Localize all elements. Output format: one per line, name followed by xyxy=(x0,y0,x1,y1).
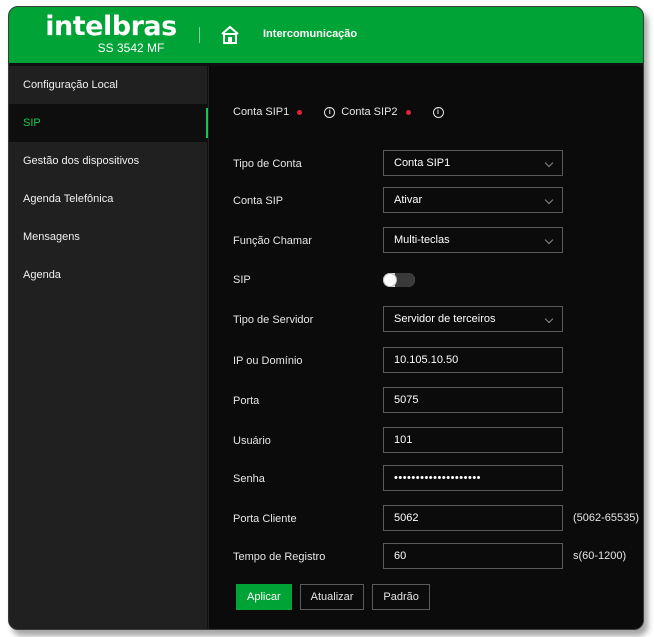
tipo-servidor-select[interactable]: Servidor de terceiros xyxy=(383,306,563,332)
refresh-button[interactable]: Atualizar xyxy=(299,584,365,610)
row-tipo-conta: Tipo de Conta Conta SIP1 xyxy=(233,150,643,178)
field-label: Tipo de Servidor xyxy=(233,314,314,326)
usuario-input[interactable]: 101 xyxy=(383,427,563,453)
sip-account-tabs: Conta SIP1 i Conta SIP2 i xyxy=(233,106,450,118)
sidebar-item-sip[interactable]: SIP xyxy=(9,104,208,142)
tab-label: Conta SIP2 xyxy=(341,106,398,118)
sidebar-item-gestao-dispositivos[interactable]: Gestão dos dispositivos xyxy=(9,142,207,180)
chevron-down-icon xyxy=(544,235,554,245)
range-hint: s(60-1200) xyxy=(573,550,627,562)
field-label: Porta xyxy=(233,395,260,407)
default-button[interactable]: Padrão xyxy=(372,584,430,610)
row-senha: Senha •••••••••••••••••••• xyxy=(233,465,643,493)
main-content: Conta SIP1 i Conta SIP2 i Tipo de Conta … xyxy=(209,66,643,629)
device-model: SS 3542 MF xyxy=(97,41,165,55)
apply-button[interactable]: Aplicar xyxy=(236,584,292,610)
row-porta: Porta 5075 xyxy=(233,387,643,415)
sidebar: Configuração Local SIP Gestão dos dispos… xyxy=(9,66,208,629)
chevron-down-icon xyxy=(544,158,554,168)
row-porta-cliente: Porta Cliente 5062 (5062-65535) xyxy=(233,505,643,533)
top-bar: intelbras SS 3542 MF Intercomunicação xyxy=(9,7,643,66)
tab-conta-sip2[interactable]: Conta SIP2 xyxy=(341,106,411,118)
field-label: Senha xyxy=(233,473,265,485)
brand-name: intelbras xyxy=(45,11,177,42)
field-label: Função Chamar xyxy=(233,235,312,247)
status-dot xyxy=(297,109,303,115)
field-label: Tempo de Registro xyxy=(233,551,326,563)
porta-input[interactable]: 5075 xyxy=(383,387,563,413)
status-dot xyxy=(405,109,411,115)
info-icon[interactable]: i xyxy=(324,106,336,118)
field-label: SIP xyxy=(233,274,251,286)
select-value: Ativar xyxy=(394,194,423,206)
chevron-down-icon xyxy=(544,195,554,205)
conta-sip-select[interactable]: Ativar xyxy=(383,187,563,213)
logo: intelbras SS 3542 MF xyxy=(31,11,191,56)
tab-label: Conta SIP1 xyxy=(233,106,290,118)
row-usuario: Usuário 101 xyxy=(233,427,643,455)
action-buttons: Aplicar Atualizar Padrão xyxy=(236,584,430,610)
porta-cliente-input[interactable]: 5062 xyxy=(383,505,563,531)
toggle-track xyxy=(395,273,415,287)
home-icon[interactable] xyxy=(219,24,241,46)
tab-conta-sip1[interactable]: Conta SIP1 xyxy=(233,106,303,118)
toggle-knob xyxy=(384,274,396,286)
sidebar-item-configuracao-local[interactable]: Configuração Local xyxy=(9,66,207,104)
tempo-registro-input[interactable]: 60 xyxy=(383,543,563,569)
field-label: IP ou Domínio xyxy=(233,355,303,367)
row-ip-dominio: IP ou Domínio 10.105.10.50 xyxy=(233,347,643,375)
field-label: Usuário xyxy=(233,435,271,447)
row-funcao-chamar: Função Chamar Multi-teclas xyxy=(233,227,643,255)
sip-toggle[interactable] xyxy=(383,273,415,287)
range-hint: (5062-65535) xyxy=(573,512,640,524)
chevron-down-icon xyxy=(544,314,554,324)
select-value: Conta SIP1 xyxy=(394,157,451,169)
row-conta-sip: Conta SIP Ativar xyxy=(233,187,643,215)
senha-input[interactable]: •••••••••••••••••••• xyxy=(383,465,563,491)
app-window: intelbras SS 3542 MF Intercomunicação Co… xyxy=(8,6,644,630)
sidebar-item-mensagens[interactable]: Mensagens xyxy=(9,218,207,256)
funcao-chamar-select[interactable]: Multi-teclas xyxy=(383,227,563,253)
field-label: Porta Cliente xyxy=(233,513,297,525)
field-label: Conta SIP xyxy=(233,195,284,207)
row-tempo-registro: Tempo de Registro 60 s(60-1200) xyxy=(233,543,643,571)
sidebar-item-agenda[interactable]: Agenda xyxy=(9,256,207,294)
sidebar-item-agenda-telefonica[interactable]: Agenda Telefônica xyxy=(9,180,207,218)
tipo-conta-select[interactable]: Conta SIP1 xyxy=(383,150,563,176)
select-value: Servidor de terceiros xyxy=(394,313,496,325)
field-label: Tipo de Conta xyxy=(233,158,302,170)
row-sip: SIP xyxy=(233,266,643,294)
info-icon[interactable]: i xyxy=(432,106,444,118)
select-value: Multi-teclas xyxy=(394,234,450,246)
divider xyxy=(199,27,200,43)
row-tipo-servidor: Tipo de Servidor Servidor de terceiros xyxy=(233,306,643,334)
page-title: Intercomunicação xyxy=(263,28,358,40)
ip-dominio-input[interactable]: 10.105.10.50 xyxy=(383,347,563,373)
